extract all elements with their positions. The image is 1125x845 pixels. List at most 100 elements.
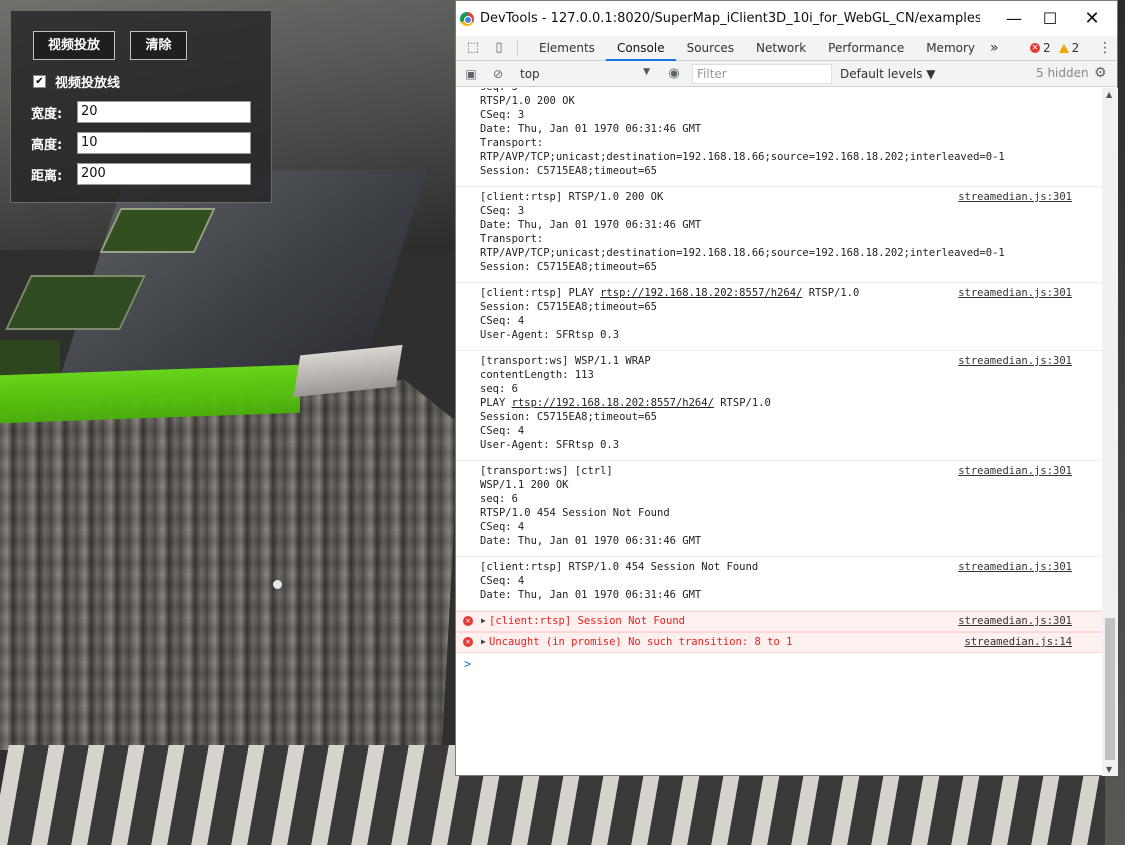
log-line: CSeq: 4	[480, 425, 525, 437]
more-options-icon[interactable]: ⋮	[1098, 40, 1112, 56]
tab-elements[interactable]: Elements	[528, 36, 606, 61]
source-link[interactable]: streamedian.js:301	[958, 190, 1072, 204]
hidden-count: 5 hidden	[1036, 66, 1089, 80]
close-icon[interactable]: ✕	[1074, 1, 1110, 36]
log-line: WSP/1.1 200 OK	[480, 479, 569, 491]
scrollbar-thumb[interactable]	[1105, 618, 1115, 760]
warning-icon	[1058, 43, 1069, 53]
video-projection-button[interactable]: 视频投放	[33, 31, 115, 60]
width-label: 宽度:	[31, 106, 63, 122]
scroll-up-icon[interactable]: ▲	[1106, 90, 1112, 99]
console-log-entry[interactable]: [transport:ws] [ctrl] WSP/1.1 200 OK seq: …	[456, 461, 1102, 557]
console-log-entry[interactable]: [client:rtsp] RTSP/1.0 200 OK CSeq: 3 Date…	[456, 187, 1102, 283]
height-input[interactable]: 10	[77, 132, 251, 154]
error-message: Uncaught (in promise) No such transition…	[489, 636, 793, 648]
source-link[interactable]: streamedian.js:14	[965, 635, 1072, 649]
console-output[interactable]: seq: 5RTSP/1.0 200 OKCSeq: 3Date: Thu, J…	[456, 88, 1102, 776]
devtools-window: DevTools - 127.0.0.1:8020/SuperMap_iClie…	[455, 0, 1118, 776]
rtsp-url-link[interactable]: rtsp://192.168.18.202:8557/h264/	[512, 397, 714, 409]
console-log-entry[interactable]: [transport:ws] WSP/1.1 WRAP contentLength…	[456, 351, 1102, 461]
clear-console-icon[interactable]: ⊘	[490, 66, 506, 82]
more-tabs-icon[interactable]: »	[990, 40, 999, 56]
rtsp-url-link[interactable]: rtsp://192.168.18.202:8557/h264/	[600, 287, 802, 299]
sidebar-toggle-icon[interactable]: ▣	[463, 66, 479, 82]
log-line: PLAY rtsp://192.168.18.202:8557/h264/ RT…	[480, 397, 771, 409]
divider	[517, 40, 518, 56]
log-line: Transport:	[480, 233, 544, 245]
maximize-icon[interactable]: ☐	[1032, 1, 1068, 36]
log-line: User-Agent: SFRtsp 0.3	[480, 329, 620, 341]
checkbox-label: 视频投放线	[55, 76, 121, 91]
live-expression-eye-icon[interactable]: ◉	[666, 66, 682, 82]
log-line: User-Agent: SFRtsp 0.3	[480, 439, 620, 451]
console-error-entry[interactable]: ✕ ▶ Uncaught (in promise) No such transiti…	[456, 632, 1102, 653]
scene-cursor-marker	[273, 580, 282, 589]
video-projection-panel: 视频投放 清除 ✔ 视频投放线 宽度: 20 高度: 10 距离: 200	[10, 10, 272, 203]
issues-counter[interactable]: ✕ 2 2	[1030, 41, 1079, 55]
log-line: Date: Thu, Jan 01 1970 06:31:46 GMT	[480, 535, 702, 547]
error-count: 2	[1043, 41, 1051, 55]
tab-console[interactable]: Console	[605, 36, 676, 61]
width-input[interactable]: 20	[77, 101, 251, 123]
log-line: RTP/AVP/TCP;unicast;destination=192.168.…	[480, 247, 1005, 259]
log-line: seq: 6	[480, 493, 518, 505]
console-log-entry[interactable]: [client:rtsp] RTSP/1.0 454 Session Not F…	[456, 557, 1102, 611]
log-line: Session: C5715EA8;timeout=65	[480, 165, 658, 177]
scroll-down-icon[interactable]: ▼	[1106, 765, 1112, 774]
log-line: contentLength: 113	[480, 369, 594, 381]
source-link[interactable]: streamedian.js:301	[958, 560, 1072, 574]
log-line: Date: Thu, Jan 01 1970 06:31:46 GMT	[480, 123, 702, 135]
projection-line-toggle[interactable]: ✔ 视频投放线	[33, 72, 120, 91]
scene-roof-shading	[0, 380, 460, 750]
device-toolbar-icon[interactable]: ▯	[491, 40, 507, 56]
tab-memory[interactable]: Memory	[915, 36, 986, 61]
log-levels-dropdown[interactable]: Default levels ▼	[840, 67, 936, 81]
gear-icon[interactable]: ⚙	[1094, 65, 1107, 81]
distance-label: 距离:	[31, 168, 63, 184]
clear-button[interactable]: 清除	[130, 31, 187, 60]
source-link[interactable]: streamedian.js:301	[958, 354, 1072, 368]
log-line: Session: C5715EA8;timeout=65	[480, 411, 658, 423]
error-icon: ✕	[463, 637, 473, 647]
context-value: top	[520, 66, 540, 81]
context-selector[interactable]: top ▼	[520, 67, 650, 81]
distance-input[interactable]: 200	[77, 163, 251, 185]
source-link[interactable]: streamedian.js:301	[958, 464, 1072, 478]
warning-count: 2	[1071, 41, 1080, 55]
inspect-element-icon[interactable]: ⬚	[465, 40, 481, 56]
window-titlebar[interactable]: DevTools - 127.0.0.1:8020/SuperMap_iClie…	[456, 1, 1117, 36]
devtools-tabbar: ⬚ ▯ Elements Console Sources Network Per…	[456, 36, 1117, 61]
chevron-down-icon: ▼	[643, 66, 650, 77]
tab-network[interactable]: Network	[745, 36, 817, 61]
console-scrollbar[interactable]: ▲ ▼	[1102, 88, 1118, 776]
source-link[interactable]: streamedian.js:301	[958, 286, 1072, 300]
log-line: Transport:	[480, 137, 544, 149]
height-field: 高度: 10	[31, 132, 251, 154]
tab-sources[interactable]: Sources	[676, 36, 745, 61]
source-link[interactable]: streamedian.js:301	[958, 614, 1072, 628]
filter-input[interactable]: Filter	[692, 63, 832, 84]
log-line: RTSP/1.0 200 OK	[480, 95, 575, 107]
checkbox[interactable]: ✔	[33, 75, 46, 88]
log-line: RTP/AVP/TCP;unicast;destination=192.168.…	[480, 151, 1005, 163]
error-icon: ✕	[1030, 43, 1040, 53]
log-line: RTSP/1.0 454 Session Not Found	[480, 507, 670, 519]
error-message: [client:rtsp] Session Not Found	[489, 615, 685, 627]
log-line: seq: 6	[480, 383, 518, 395]
console-toolbar: ▣ ⊘ top ▼ ◉ Filter Default levels ▼ 5 hi…	[456, 61, 1117, 87]
error-icon: ✕	[463, 616, 473, 626]
tab-performance[interactable]: Performance	[817, 36, 915, 61]
expand-triangle-icon[interactable]: ▶	[481, 614, 486, 628]
chrome-logo-icon	[460, 11, 474, 26]
log-line: Date: Thu, Jan 01 1970 06:31:46 GMT	[480, 589, 702, 601]
log-line: CSeq: 3	[480, 109, 525, 121]
console-prompt[interactable]: >	[456, 653, 1102, 671]
minimize-icon[interactable]: —	[996, 1, 1032, 36]
console-error-entry[interactable]: ✕ ▶ [client:rtsp] Session Not Found streame…	[456, 611, 1102, 632]
expand-triangle-icon[interactable]: ▶	[481, 635, 486, 649]
console-log-entry[interactable]: [client:rtsp] PLAY rtsp://192.168.18.202…	[456, 283, 1102, 351]
log-line: CSeq: 3	[480, 205, 525, 217]
log-line: Session: C5715EA8;timeout=65	[480, 261, 658, 273]
console-log-entry[interactable]: seq: 5RTSP/1.0 200 OKCSeq: 3Date: Thu, J…	[456, 88, 1102, 187]
log-line: CSeq: 4	[480, 521, 525, 533]
